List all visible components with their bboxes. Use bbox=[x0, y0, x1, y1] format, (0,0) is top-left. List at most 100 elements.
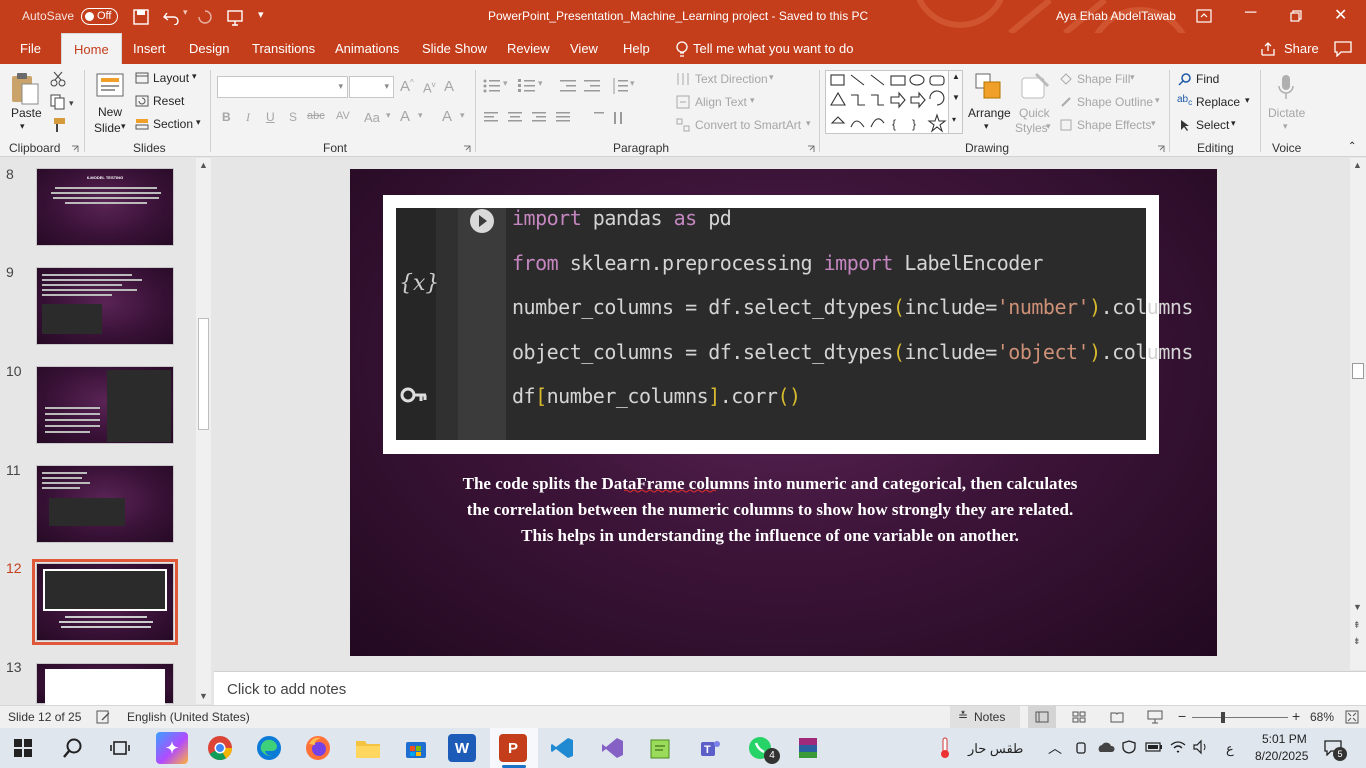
section-dropdown-icon[interactable]: ▾ bbox=[196, 117, 201, 128]
bold-button[interactable]: B bbox=[222, 110, 231, 124]
scroll-down-icon[interactable]: ▼ bbox=[1353, 602, 1362, 612]
align-text-icon[interactable] bbox=[676, 94, 690, 110]
convert-smartart-button[interactable]: Convert to SmartArt bbox=[695, 118, 801, 132]
shape-outline-icon[interactable] bbox=[1059, 95, 1073, 109]
customize-qat-icon[interactable]: ▾ bbox=[258, 8, 264, 21]
firefox-icon[interactable] bbox=[302, 732, 334, 764]
visual-studio-icon[interactable] bbox=[596, 732, 628, 764]
scroll-thumb[interactable] bbox=[1352, 363, 1364, 379]
undo-dropdown-icon[interactable]: ▾ bbox=[183, 7, 188, 18]
shapes-gallery[interactable]: {} bbox=[825, 70, 963, 134]
bullets-dropdown-icon[interactable]: ▾ bbox=[503, 78, 508, 89]
find-icon[interactable] bbox=[1178, 72, 1192, 86]
windows-start-icon[interactable] bbox=[14, 739, 32, 757]
align-text-button[interactable]: Align Text bbox=[695, 95, 747, 109]
strikethrough-button[interactable]: abc bbox=[307, 110, 325, 122]
copilot-icon[interactable]: ✦ bbox=[156, 732, 188, 764]
normal-view-button[interactable] bbox=[1028, 706, 1056, 728]
scroll-up-icon[interactable]: ▲ bbox=[1353, 160, 1362, 170]
new-slide-dropdown-icon[interactable]: ▾ bbox=[121, 121, 126, 132]
text-direction-dropdown-icon[interactable]: ▾ bbox=[769, 72, 774, 83]
language-indicator[interactable]: English (United States) bbox=[127, 710, 250, 724]
change-case-dropdown-icon[interactable]: ▾ bbox=[386, 110, 391, 121]
dictate-dropdown-icon[interactable]: ▾ bbox=[1283, 121, 1288, 132]
collapse-ribbon-icon[interactable]: ⌃ bbox=[1348, 141, 1356, 152]
microsoft-store-icon[interactable] bbox=[400, 732, 432, 764]
slide-thumbnail-12[interactable] bbox=[32, 559, 178, 645]
text-direction-icon[interactable] bbox=[676, 71, 690, 87]
vscode-icon[interactable] bbox=[546, 732, 578, 764]
shape-effects-dropdown-icon[interactable]: ▾ bbox=[1151, 118, 1156, 129]
editor-scrollbar[interactable]: ▲ ▼ ⇞ ⇟ bbox=[1350, 158, 1366, 670]
tab-view[interactable]: View bbox=[570, 33, 598, 64]
replace-icon[interactable]: abc bbox=[1177, 94, 1192, 107]
font-size-box[interactable]: ▾ bbox=[349, 76, 394, 98]
shape-effects-button[interactable]: Shape Effects bbox=[1077, 118, 1152, 132]
arrange-button[interactable]: Arrange bbox=[968, 106, 1011, 120]
undo-icon[interactable] bbox=[162, 9, 180, 25]
new-slide-icon[interactable] bbox=[95, 72, 127, 102]
file-explorer-icon[interactable] bbox=[352, 732, 384, 764]
battery-icon[interactable] bbox=[1145, 742, 1163, 752]
line-spacing-dropdown-icon[interactable]: ▾ bbox=[630, 78, 635, 89]
text-shadow-button[interactable]: S bbox=[289, 110, 297, 124]
slide-caption[interactable]: The code splits the DataFrame columns in… bbox=[455, 471, 1085, 549]
numbering-icon[interactable] bbox=[518, 79, 536, 93]
chrome-icon[interactable] bbox=[204, 732, 236, 764]
camera-icon[interactable] bbox=[1075, 740, 1087, 756]
slide-thumbnail-9[interactable] bbox=[36, 267, 174, 345]
thumbnail-scrollbar[interactable]: ▲ ▼ bbox=[196, 158, 211, 704]
smartart-icon[interactable] bbox=[676, 117, 690, 133]
zoom-level[interactable]: 68% bbox=[1310, 710, 1334, 724]
new-slide-label-2[interactable]: Slide bbox=[94, 121, 121, 135]
shape-effects-icon[interactable] bbox=[1059, 118, 1073, 132]
share-icon[interactable] bbox=[1260, 41, 1276, 57]
user-name[interactable]: Aya Ehab AbdelTawab bbox=[1056, 9, 1176, 23]
reset-button[interactable]: Reset bbox=[153, 94, 184, 108]
increase-indent-icon[interactable] bbox=[584, 79, 600, 93]
smartart-dropdown-icon[interactable]: ▾ bbox=[806, 118, 811, 129]
tab-help[interactable]: Help bbox=[623, 33, 650, 64]
slide-thumbnail-8[interactable]: 6-MODEL TESTING bbox=[36, 168, 174, 246]
close-icon[interactable]: ✕ bbox=[1334, 5, 1347, 25]
shape-fill-button[interactable]: Shape Fill bbox=[1077, 72, 1130, 86]
tab-review[interactable]: Review bbox=[507, 33, 550, 64]
section-button[interactable]: Section bbox=[153, 117, 193, 131]
notes-pane[interactable]: Click to add notes bbox=[214, 671, 1366, 705]
present-from-start-icon[interactable] bbox=[226, 8, 244, 26]
quick-styles-icon[interactable] bbox=[1020, 72, 1050, 102]
zoom-in-icon[interactable]: + bbox=[1292, 708, 1300, 724]
highlight-dropdown-icon[interactable]: ▾ bbox=[460, 110, 465, 121]
section-icon[interactable] bbox=[135, 118, 149, 130]
text-direction-button[interactable]: Text Direction bbox=[695, 72, 768, 86]
onedrive-icon[interactable] bbox=[1097, 740, 1115, 754]
search-icon[interactable] bbox=[62, 737, 84, 759]
share-button[interactable]: Share bbox=[1284, 33, 1319, 64]
tab-home[interactable]: Home bbox=[61, 33, 122, 64]
line-spacing-icon[interactable] bbox=[612, 77, 628, 95]
change-case-button[interactable]: Aa bbox=[364, 110, 380, 125]
next-slide-icon[interactable]: ⇟ bbox=[1353, 636, 1361, 647]
winrar-icon[interactable] bbox=[792, 732, 824, 764]
quick-styles-dropdown-icon[interactable]: ▾ bbox=[1046, 121, 1051, 132]
align-text-dropdown-icon[interactable]: ▾ bbox=[750, 95, 755, 106]
edge-icon[interactable] bbox=[253, 732, 285, 764]
tab-file[interactable]: File bbox=[20, 33, 41, 64]
layout-dropdown-icon[interactable]: ▾ bbox=[192, 71, 197, 82]
scroll-up-icon[interactable]: ▲ bbox=[199, 160, 208, 170]
scroll-thumb[interactable] bbox=[198, 318, 209, 430]
select-icon[interactable] bbox=[1178, 118, 1192, 132]
find-button[interactable]: Find bbox=[1196, 72, 1219, 86]
select-dropdown-icon[interactable]: ▾ bbox=[1231, 118, 1236, 129]
tab-transitions[interactable]: Transitions bbox=[252, 33, 315, 64]
drawing-launcher-icon[interactable] bbox=[1157, 145, 1165, 153]
ribbon-display-options-icon[interactable] bbox=[1196, 9, 1212, 23]
clear-formatting-icon[interactable]: A bbox=[444, 78, 454, 95]
teams-icon[interactable]: T bbox=[694, 732, 726, 764]
font-launcher-icon[interactable] bbox=[463, 145, 471, 153]
arrange-icon[interactable] bbox=[974, 72, 1004, 102]
quick-styles-label-1[interactable]: Quick bbox=[1019, 106, 1050, 120]
decrease-font-icon[interactable]: Av bbox=[423, 80, 436, 95]
notepad-plus-icon[interactable] bbox=[644, 732, 676, 764]
weather-thermometer-icon[interactable] bbox=[938, 737, 952, 759]
